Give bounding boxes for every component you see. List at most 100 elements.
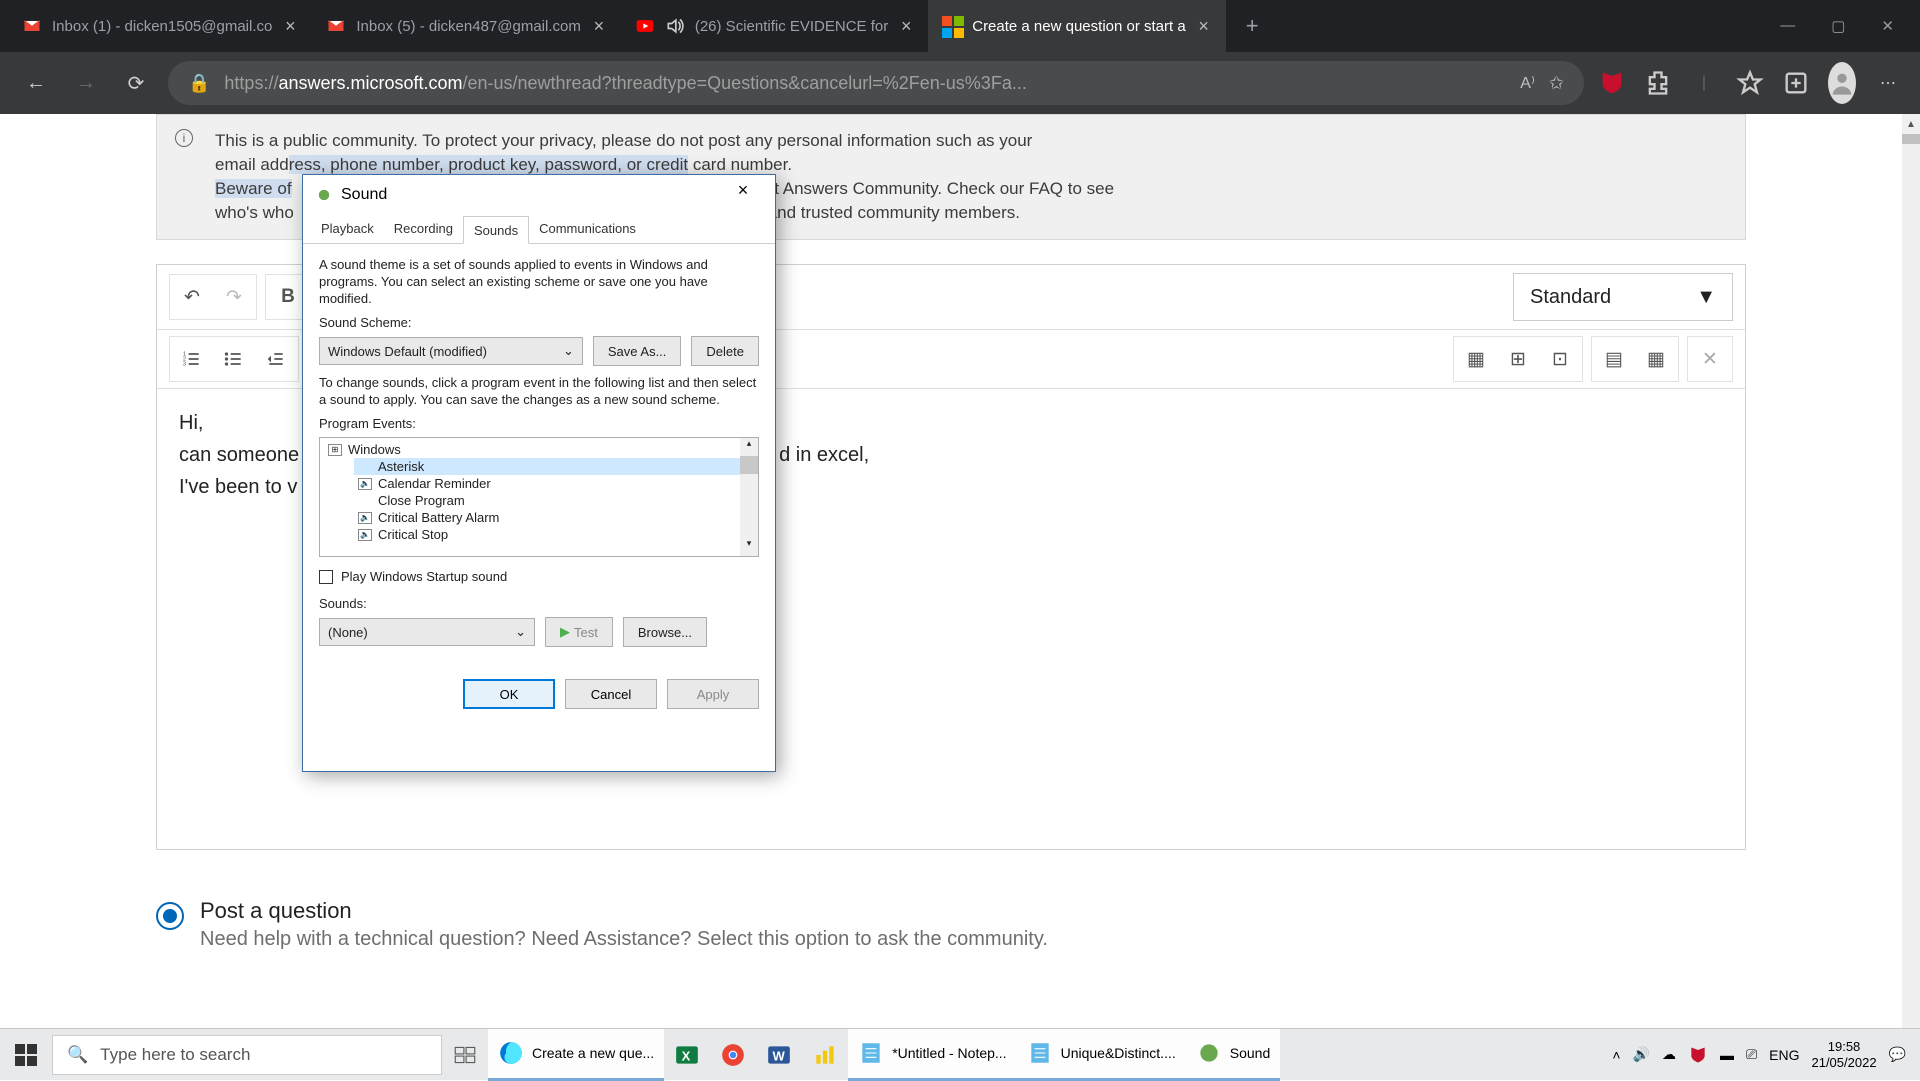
tray-chevron-icon[interactable]: ˄: [1612, 1047, 1620, 1063]
close-window-button[interactable]: ✕: [1881, 17, 1894, 35]
grid-button[interactable]: ▦: [1636, 339, 1676, 379]
mcafee-icon[interactable]: [1598, 69, 1626, 97]
tree-item-asterisk[interactable]: Asterisk: [354, 458, 754, 475]
scroll-down-icon[interactable]: ▾: [740, 538, 758, 556]
tree-scrollbar[interactable]: ▴ ▾: [740, 438, 758, 556]
sound-icon: 🔈: [358, 512, 372, 524]
address-bar: ← → ⟳ 🔒 https://answers.microsoft.com/en…: [0, 52, 1920, 114]
browse-button[interactable]: Browse...: [623, 617, 707, 647]
tab-sounds[interactable]: Sounds: [463, 216, 529, 244]
tray-clock[interactable]: 19:58 21/05/2022: [1811, 1039, 1876, 1071]
maximize-button[interactable]: ▢: [1831, 17, 1845, 35]
search-icon: 🔍: [67, 1045, 88, 1065]
taskbar-item-powerbi[interactable]: [802, 1029, 848, 1081]
taskbar-search[interactable]: 🔍 Type here to search: [52, 1035, 442, 1075]
minimize-button[interactable]: —: [1780, 17, 1795, 35]
tray-onedrive-icon[interactable]: ☁: [1662, 1046, 1676, 1063]
dialog-titlebar[interactable]: Sound ×: [303, 175, 775, 215]
style-select[interactable]: Standard ▼: [1513, 273, 1733, 321]
tray-battery-icon[interactable]: ▬: [1720, 1047, 1734, 1063]
post-type-radio[interactable]: Post a question Need help with a technic…: [156, 898, 1746, 951]
scheme-select[interactable]: Windows Default (modified) ⌄: [319, 337, 583, 365]
close-icon[interactable]: ×: [591, 18, 607, 34]
reload-button[interactable]: ⟳: [118, 65, 154, 101]
checkbox-icon[interactable]: [319, 570, 333, 584]
forward-button[interactable]: →: [68, 65, 104, 101]
taskbar-item-notepad-1[interactable]: *Untitled - Notep...: [848, 1029, 1016, 1081]
ok-button[interactable]: OK: [463, 679, 555, 709]
undo-button[interactable]: ↶: [172, 277, 212, 317]
tab-label: Inbox (5) - dicken487@gmail.com: [356, 18, 581, 35]
browser-tab-0[interactable]: Inbox (1) - dicken1505@gmail.co ×: [8, 0, 312, 52]
scroll-up-icon[interactable]: ▲: [1902, 114, 1920, 134]
tab-communications[interactable]: Communications: [529, 215, 646, 243]
taskbar-item-sound[interactable]: Sound: [1186, 1029, 1280, 1081]
dialog-body: A sound theme is a set of sounds applied…: [303, 244, 775, 667]
taskbar-item-excel[interactable]: X: [664, 1029, 710, 1081]
insert-code-button[interactable]: ⊞: [1498, 339, 1538, 379]
notice-text-highlight: Beware of: [215, 179, 292, 198]
outdent-button[interactable]: [256, 339, 296, 379]
gmail-icon: [326, 16, 346, 36]
close-icon[interactable]: ×: [282, 18, 298, 34]
taskbar-item-chrome[interactable]: [710, 1029, 756, 1081]
tab-recording[interactable]: Recording: [384, 215, 463, 243]
back-button[interactable]: ←: [18, 65, 54, 101]
bullet-list-button[interactable]: [214, 339, 254, 379]
tray-project-icon[interactable]: ⎚: [1746, 1046, 1757, 1063]
tab-playback[interactable]: Playback: [311, 215, 384, 243]
more-icon[interactable]: ⋯: [1874, 69, 1902, 97]
insert-tool-button[interactable]: ⊡: [1540, 339, 1580, 379]
taskbar-item-notepad-2[interactable]: Unique&Distinct....: [1017, 1029, 1186, 1081]
radio-button[interactable]: [156, 902, 184, 930]
dialog-close-button[interactable]: ×: [723, 180, 763, 210]
url-input[interactable]: 🔒 https://answers.microsoft.com/en-us/ne…: [168, 61, 1584, 105]
browser-tab-3[interactable]: Create a new question or start a ×: [928, 0, 1225, 52]
extensions-icon[interactable]: [1644, 69, 1672, 97]
read-aloud-icon[interactable]: A⁾: [1520, 73, 1535, 93]
save-as-button[interactable]: Save As...: [593, 336, 682, 366]
profile-avatar[interactable]: [1828, 69, 1856, 97]
search-placeholder: Type here to search: [100, 1045, 250, 1065]
tray-volume-icon[interactable]: 🔊: [1633, 1046, 1650, 1063]
taskbar-item-word[interactable]: W: [756, 1029, 802, 1081]
clear-format-button[interactable]: ✕: [1690, 339, 1730, 379]
tree-item-close[interactable]: Close Program: [354, 492, 754, 509]
page-scrollbar[interactable]: ▲ ▼: [1902, 114, 1920, 1042]
collections-icon[interactable]: [1782, 69, 1810, 97]
favorite-icon[interactable]: ✩: [1549, 73, 1564, 94]
notice-text: soft Answers Community. Check our FAQ to…: [752, 179, 1115, 198]
tree-item-battery[interactable]: 🔈Critical Battery Alarm: [354, 509, 754, 526]
svg-text:X: X: [682, 1048, 691, 1063]
close-icon[interactable]: ×: [1196, 18, 1212, 34]
tree-root[interactable]: ⊞Windows: [324, 441, 754, 458]
tray-mcafee-icon[interactable]: [1688, 1045, 1708, 1065]
redo-button[interactable]: ↷: [214, 277, 254, 317]
close-icon[interactable]: ×: [898, 18, 914, 34]
tree-item-calendar[interactable]: 🔈Calendar Reminder: [354, 475, 754, 492]
taskbar-item-edge[interactable]: Create a new que...: [488, 1029, 664, 1081]
lock-icon: 🔒: [188, 73, 210, 94]
cancel-button[interactable]: Cancel: [565, 679, 657, 709]
favorites-icon[interactable]: [1736, 69, 1764, 97]
scroll-thumb[interactable]: [740, 456, 758, 474]
scroll-up-icon[interactable]: ▴: [740, 438, 758, 456]
task-view-button[interactable]: [442, 1029, 488, 1081]
browser-tab-2[interactable]: (26) Scientific EVIDENCE for ×: [621, 0, 928, 52]
new-tab-button[interactable]: +: [1226, 13, 1279, 39]
scroll-thumb[interactable]: [1902, 134, 1920, 144]
url-domain: answers.microsoft.com: [278, 73, 462, 93]
table-button[interactable]: ▤: [1594, 339, 1634, 379]
tree-item-critical[interactable]: 🔈Critical Stop: [354, 526, 754, 543]
tray-language[interactable]: ENG: [1769, 1047, 1799, 1063]
insert-image-button[interactable]: ▦: [1456, 339, 1496, 379]
apply-button[interactable]: Apply: [667, 679, 759, 709]
sounds-select[interactable]: (None) ⌄: [319, 618, 535, 646]
numbered-list-button[interactable]: 123: [172, 339, 212, 379]
startup-sound-checkbox[interactable]: Play Windows Startup sound: [319, 569, 759, 584]
browser-tab-1[interactable]: Inbox (5) - dicken487@gmail.com ×: [312, 0, 621, 52]
start-button[interactable]: [0, 1029, 52, 1081]
delete-button[interactable]: Delete: [691, 336, 759, 366]
tray-notifications-icon[interactable]: 💬: [1889, 1046, 1906, 1063]
program-events-tree[interactable]: ⊞Windows Asterisk 🔈Calendar Reminder Clo…: [319, 437, 759, 557]
